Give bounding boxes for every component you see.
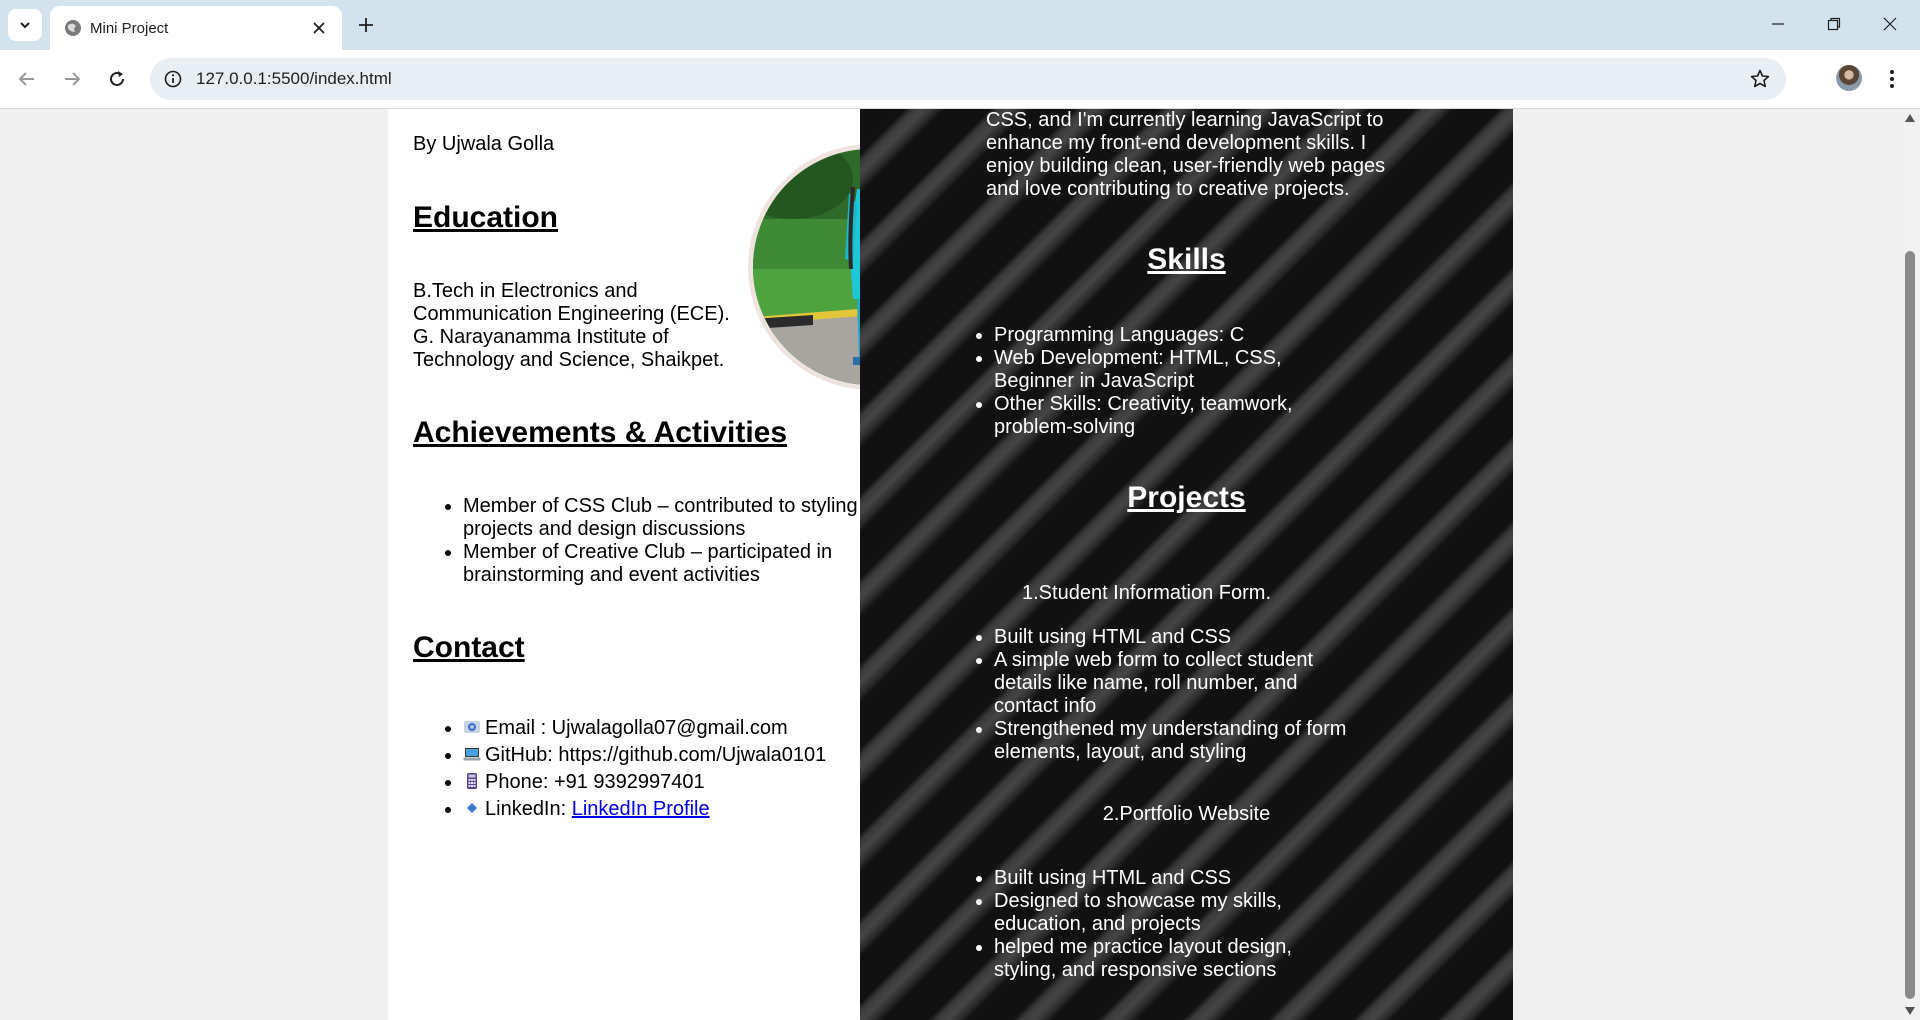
list-item: Designed to showcase my skills, educatio… [994, 890, 1314, 936]
contact-linkedin: LinkedIn: LinkedIn Profile [463, 796, 883, 823]
contact-heading: Contact [413, 631, 525, 664]
address-bar[interactable]: 127.0.0.1:5500/index.html [150, 58, 1786, 100]
achievements-heading: Achievements & Activities [413, 416, 788, 449]
tab-strip: Mini Project [0, 0, 1920, 50]
project-2-title: 2.Portfolio Website [1102, 803, 1271, 825]
more-vertical-icon [1890, 70, 1894, 88]
education-line: Communication Engineering (ECE). [413, 303, 730, 325]
list-item: Programming Languages: C [994, 324, 1314, 347]
new-tab-button[interactable] [352, 11, 380, 39]
star-icon [1750, 69, 1770, 88]
skills-heading: Skills [1147, 243, 1226, 276]
profile-avatar[interactable] [1836, 65, 1862, 91]
education-line: B.Tech in Electronics and [413, 280, 638, 302]
contact-phone: Phone: +91 9392997401 [463, 769, 883, 796]
chevron-down-icon [20, 22, 30, 29]
tab-close-button[interactable] [308, 17, 330, 39]
about-line: CSS, and I'm currently learning JavaScri… [986, 109, 1384, 131]
project-1-list: Built using HTML and CSS A simple web fo… [974, 626, 1354, 764]
list-item: Strengthened my understanding of form el… [994, 718, 1354, 764]
about-line: enjoy building clean, user-friendly web … [986, 155, 1386, 177]
phone-icon [467, 773, 477, 789]
list-item: Member of Creative Club – participated i… [463, 541, 863, 587]
list-item: helped me practice layout design, stylin… [994, 936, 1314, 982]
email-icon [464, 721, 480, 733]
contact-email: Email : Ujwalagolla07@gmail.com [463, 715, 883, 742]
url-text[interactable]: 127.0.0.1:5500/index.html [196, 69, 392, 89]
tab-title: Mini Project [90, 20, 169, 37]
list-item: Member of CSS Club – contributed to styl… [463, 495, 863, 541]
about-line: and love contributing to creative projec… [986, 178, 1350, 200]
about-text: CSS, and I'm currently learning JavaScri… [986, 109, 1406, 201]
site-info-button[interactable] [162, 68, 184, 90]
project-1-title: 1.Student Information Form. [1022, 582, 1272, 604]
contact-github: GitHub: https://github.com/Ujwala0101 [463, 742, 883, 769]
plus-icon [359, 18, 373, 32]
back-button[interactable] [10, 62, 44, 96]
education-line: G. Narayanamma Institute of [413, 326, 669, 348]
reload-icon [110, 71, 124, 86]
list-item: Other Skills: Creativity, teamwork, prob… [994, 393, 1314, 439]
restore-icon [1827, 17, 1841, 31]
education-text: B.Tech in Electronics and Communication … [413, 280, 753, 372]
project-2-list: Built using HTML and CSS Designed to sho… [974, 867, 1314, 982]
browser-menu-button[interactable] [1880, 64, 1904, 94]
scroll-up-arrow[interactable] [1905, 114, 1915, 122]
skills-list: Programming Languages: C Web Development… [974, 324, 1314, 439]
projects-heading: Projects [1127, 481, 1246, 514]
arrow-left-icon [18, 72, 34, 86]
arrow-right-icon [65, 72, 81, 86]
forward-button[interactable] [55, 62, 89, 96]
info-icon [164, 70, 182, 88]
list-item: Built using HTML and CSS [994, 626, 1354, 649]
browser-tab[interactable]: Mini Project [50, 6, 342, 50]
list-item: Built using HTML and CSS [994, 867, 1314, 890]
minimize-button[interactable] [1750, 4, 1806, 44]
reload-button[interactable] [100, 62, 134, 96]
close-icon [1883, 17, 1897, 31]
laptop-icon [463, 748, 481, 761]
browser-toolbar: 127.0.0.1:5500/index.html [0, 50, 1920, 109]
window-close-button[interactable] [1862, 4, 1918, 44]
author-name: By Ujwala Golla [413, 133, 555, 155]
contact-linkedin-label: LinkedIn: [485, 798, 572, 820]
close-icon [313, 22, 325, 34]
bookmark-button[interactable] [1748, 67, 1772, 91]
contact-email-text: Email : Ujwalagolla07@gmail.com [485, 717, 788, 739]
contact-list: Email : Ujwalagolla07@gmail.com GitHub: … [413, 715, 883, 823]
page-viewport: By Ujwala Golla Education B.Tech in Elec… [0, 109, 1900, 1020]
minimize-icon [1772, 23, 1784, 25]
diamond-icon [467, 803, 477, 813]
list-item: A simple web form to collect student det… [994, 649, 1354, 718]
vertical-scrollbar[interactable] [1900, 109, 1920, 1020]
linkedin-profile-link[interactable]: LinkedIn Profile [572, 798, 710, 820]
scroll-down-arrow[interactable] [1905, 1007, 1915, 1015]
contact-github-text: GitHub: https://github.com/Ujwala0101 [485, 744, 827, 766]
tab-search-button[interactable] [8, 9, 42, 41]
contact-phone-text: Phone: +91 9392997401 [485, 771, 705, 793]
education-line: Technology and Science, Shaikpet. [413, 349, 725, 371]
right-column: CSS, and I'm currently learning JavaScri… [860, 109, 1513, 1020]
restore-button[interactable] [1806, 4, 1862, 44]
resume-page: By Ujwala Golla Education B.Tech in Elec… [388, 109, 1513, 1020]
list-item: Web Development: HTML, CSS, Beginner in … [994, 347, 1314, 393]
about-line: enhance my front-end development skills.… [986, 132, 1367, 154]
scrollbar-thumb[interactable] [1905, 251, 1915, 999]
globe-icon [65, 20, 81, 36]
education-heading: Education [413, 201, 559, 234]
achievements-list: Member of CSS Club – contributed to styl… [413, 495, 863, 587]
